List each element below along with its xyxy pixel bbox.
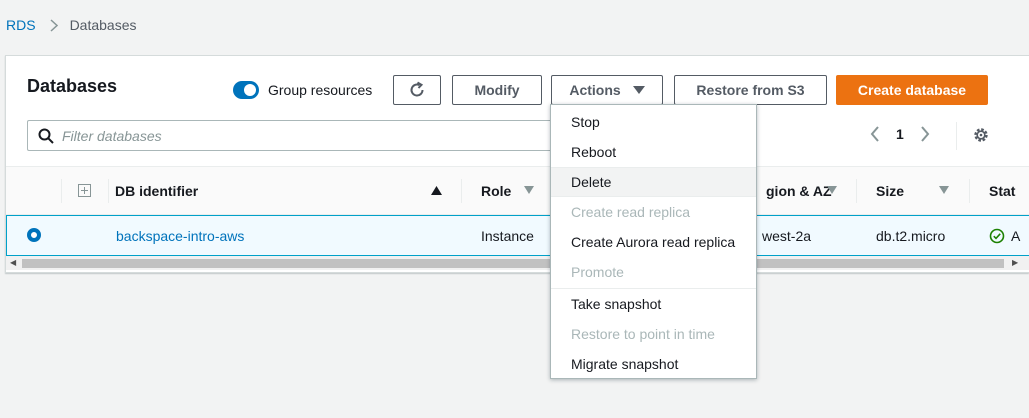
column-header-db-identifier[interactable]: DB identifier	[115, 167, 198, 215]
column-header-label: Stat	[989, 183, 1016, 199]
panel-title: Databases	[27, 76, 118, 96]
chevron-right-icon	[50, 18, 58, 32]
column-separator	[461, 179, 462, 203]
size-cell: db.t2.micro	[876, 227, 946, 244]
role-cell: Instance	[481, 227, 534, 244]
column-separator	[969, 179, 970, 203]
pagination: 1	[870, 126, 930, 142]
breadcrumb-rds-link[interactable]: RDS	[6, 17, 36, 33]
column-separator	[61, 179, 62, 203]
databases-panel: Databases Group resources Modify Actions…	[5, 55, 1029, 273]
refresh-button[interactable]	[393, 75, 441, 105]
table-header: DB identifier Role gion & AZ Size Stat	[6, 166, 1029, 215]
menu-item-reboot[interactable]: Reboot	[551, 137, 756, 167]
search-input[interactable]: Filter databases	[27, 120, 557, 151]
column-separator	[108, 179, 109, 203]
column-header-role[interactable]: Role	[481, 167, 511, 215]
column-header-label: DB identifier	[115, 183, 199, 199]
row-select-radio[interactable]	[27, 228, 41, 242]
scrollbar-thumb[interactable]	[22, 259, 1004, 268]
actions-button[interactable]: Actions	[551, 75, 663, 105]
region-cell: west-2a	[762, 227, 812, 244]
column-header-label: gion & AZ	[766, 183, 832, 199]
menu-item-take-snapshot[interactable]: Take snapshot	[551, 289, 756, 319]
search-placeholder: Filter databases	[62, 127, 162, 144]
menu-item-create-aurora-read-replica[interactable]: Create Aurora read replica	[551, 227, 756, 257]
modify-button[interactable]: Modify	[452, 75, 542, 105]
toggle-switch[interactable]	[233, 81, 259, 99]
horizontal-scrollbar[interactable]: ◀ ▶	[6, 256, 1029, 270]
column-header-size[interactable]: Size	[876, 167, 904, 215]
column-separator	[856, 179, 857, 203]
chevron-left-icon[interactable]	[870, 126, 880, 142]
sort-caret-icon[interactable]	[827, 186, 837, 194]
column-header-status[interactable]: Stat	[989, 167, 1015, 215]
column-header-region[interactable]: gion & AZ	[766, 167, 832, 215]
breadcrumb-current: Databases	[69, 17, 137, 33]
sort-caret-icon[interactable]	[524, 186, 534, 194]
menu-item-restore-to-point-in-time: Restore to point in time	[571, 326, 715, 342]
divider	[956, 122, 957, 150]
expand-all-icon[interactable]	[78, 184, 91, 197]
page-number[interactable]: 1	[896, 126, 904, 142]
scroll-right-arrow-icon[interactable]: ▶	[1012, 258, 1018, 267]
menu-item-migrate-snapshot[interactable]: Migrate snapshot	[551, 349, 756, 379]
create-database-button[interactable]: Create database	[836, 75, 988, 105]
caret-down-icon	[632, 85, 645, 95]
menu-item-delete[interactable]: Delete	[551, 167, 756, 197]
column-header-label: Role	[481, 183, 512, 199]
settings-gear-icon[interactable]	[972, 126, 990, 147]
status-cell: A	[1011, 227, 1021, 244]
sort-ascending-icon[interactable]	[431, 186, 442, 195]
group-resources-toggle[interactable]: Group resources	[233, 81, 372, 99]
column-header-label: Size	[876, 183, 905, 199]
group-resources-label: Group resources	[268, 82, 373, 98]
sort-caret-icon[interactable]	[939, 186, 949, 194]
actions-dropdown-menu: Stop Reboot Delete Create read replica C…	[550, 104, 757, 379]
menu-item-stop[interactable]: Stop	[551, 107, 756, 137]
db-identifier-link[interactable]: backspace-intro-aws	[116, 228, 244, 244]
menu-item-create-read-replica: Create read replica	[571, 204, 691, 220]
refresh-icon	[408, 81, 426, 99]
check-circle-icon	[989, 228, 1005, 244]
scroll-left-arrow-icon[interactable]: ◀	[10, 258, 16, 267]
search-icon	[38, 128, 54, 144]
breadcrumb: RDS Databases	[6, 17, 137, 33]
table-row[interactable]: backspace-intro-aws Instance west-2a db.…	[6, 215, 1029, 256]
menu-item-promote: Promote	[571, 264, 624, 280]
restore-from-s3-button[interactable]: Restore from S3	[674, 75, 827, 105]
chevron-right-icon[interactable]	[920, 126, 930, 142]
actions-label: Actions	[569, 82, 621, 98]
